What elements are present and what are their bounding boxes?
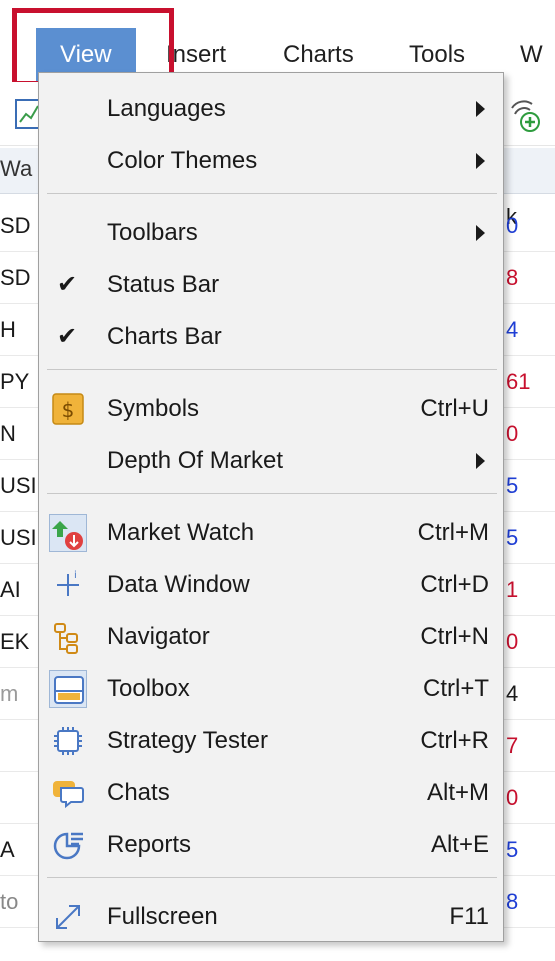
menu-item-shortcut: Ctrl+M: [417, 519, 489, 546]
menu-item-color-themes[interactable]: Color Themes: [39, 135, 503, 187]
menu-separator: [47, 369, 497, 370]
menu-item-shortcut: Ctrl+U: [420, 395, 489, 422]
svg-text:i: i: [74, 570, 77, 581]
fullscreen-icon: [49, 898, 87, 936]
watch-symbol-fragment: [0, 772, 40, 824]
submenu-arrow-icon: [476, 225, 485, 241]
menu-separator: [47, 493, 497, 494]
watch-value-fragment: 7: [498, 720, 555, 772]
reports-icon: [49, 826, 87, 864]
menu-item-label: Status Bar: [107, 271, 220, 298]
watch-symbol-fragment: PY: [0, 356, 40, 408]
svg-text:$: $: [62, 398, 75, 422]
watch-value-fragment: 8: [498, 876, 555, 928]
view-menu-dropdown: $ i: [38, 72, 504, 942]
watch-symbol-fragment: [0, 720, 40, 772]
menu-item-symbols[interactable]: $ Symbols Ctrl+U: [39, 383, 503, 435]
crosshair-icon: i: [49, 566, 87, 604]
menu-item-label: Chats: [107, 779, 170, 806]
watch-symbol-fragment: USI: [0, 512, 40, 564]
menu-item-toolbox[interactable]: Toolbox Ctrl+T: [39, 663, 503, 715]
menu-item-label: Color Themes: [107, 147, 258, 174]
watch-symbol-fragment: to: [0, 876, 40, 928]
chip-icon: [49, 722, 87, 760]
menu-item-shortcut: Ctrl+D: [420, 571, 489, 598]
menu-item-shortcut: Ctrl+R: [420, 727, 489, 754]
symbol-column: SD SD H PY N USI USI AI EK m Ato: [0, 200, 40, 928]
menu-item-languages[interactable]: Languages: [39, 83, 503, 135]
watch-value-fragment: 5: [498, 460, 555, 512]
menu-item-label: Languages: [107, 95, 226, 122]
submenu-arrow-icon: [476, 153, 485, 169]
menu-item-chats[interactable]: Chats Alt+M: [39, 767, 503, 819]
signal-add-icon[interactable]: [506, 94, 546, 134]
watch-symbol-fragment: AI: [0, 564, 40, 616]
watch-value-fragment: 5: [498, 824, 555, 876]
watch-value-fragment: 4: [498, 668, 555, 720]
watch-value-fragment: 5: [498, 512, 555, 564]
market-watch-icon: [49, 514, 87, 552]
toolbox-icon: [49, 670, 87, 708]
watch-value-fragment: 0: [498, 200, 555, 252]
menu-item-label: Symbols: [107, 395, 200, 422]
watch-value-fragment: 0: [498, 616, 555, 668]
menu-item-shortcut: F11: [449, 903, 489, 930]
menu-separator: [47, 877, 497, 878]
checkmark-icon: ✔: [57, 323, 78, 350]
watch-value-fragment: 0: [498, 408, 555, 460]
menu-item-label: Reports: [107, 831, 192, 858]
menu-item-label: Depth Of Market: [107, 447, 284, 474]
navigator-tree-icon: [49, 618, 87, 656]
menu-item-label: Navigator: [107, 623, 210, 650]
watch-symbol-fragment: SD: [0, 252, 40, 304]
watch-symbol-fragment: SD: [0, 200, 40, 252]
watch-value-fragment: 0: [498, 772, 555, 824]
menu-item-label: Toolbars: [107, 219, 198, 246]
menu-item-label: Toolbox: [107, 675, 190, 702]
menu-item-reports[interactable]: Reports Alt+E: [39, 819, 503, 871]
menu-item-label: Strategy Tester: [107, 727, 268, 754]
menu-item-fullscreen[interactable]: Fullscreen F11: [39, 891, 503, 943]
menu-item-shortcut: Alt+M: [426, 779, 489, 806]
menu-item-label: Data Window: [107, 571, 250, 598]
menu-item-label: Fullscreen: [107, 903, 218, 930]
menu-item-toolbars[interactable]: Toolbars: [39, 207, 503, 259]
menu-item-status-bar[interactable]: ✔ Status Bar: [39, 259, 503, 311]
menu-item-shortcut: Alt+E: [430, 831, 489, 858]
watch-symbol-fragment: N: [0, 408, 40, 460]
menu-item-market-watch[interactable]: Market Watch Ctrl+M: [39, 507, 503, 559]
menu-item-strategy-tester[interactable]: Strategy Tester Ctrl+R: [39, 715, 503, 767]
menu-item-shortcut: Ctrl+N: [420, 623, 489, 650]
watch-symbol-fragment: EK: [0, 616, 40, 668]
market-watch-header-label: Wa: [0, 156, 33, 181]
chat-bubbles-icon: [49, 774, 87, 812]
watch-symbol-fragment: A: [0, 824, 40, 876]
watch-symbol-fragment: H: [0, 304, 40, 356]
watch-value-fragment: 8: [498, 252, 555, 304]
menu-item-label: Market Watch: [107, 519, 255, 546]
watch-symbol-fragment: m: [0, 668, 40, 720]
submenu-arrow-icon: [476, 101, 485, 117]
menu-item-depth-of-market[interactable]: Depth Of Market: [39, 435, 503, 487]
menu-item-navigator[interactable]: Navigator Ctrl+N: [39, 611, 503, 663]
value-column: 0 8 4 61 0 5 5 1 0 4 7 0 5 8: [498, 200, 555, 928]
checkmark-icon: ✔: [57, 271, 78, 298]
menu-item-charts-bar[interactable]: ✔ Charts Bar: [39, 311, 503, 363]
menu-item-data-window[interactable]: i Data Window Ctrl+D: [39, 559, 503, 611]
watch-value-fragment: 4: [498, 304, 555, 356]
menu-item-label: Charts Bar: [107, 323, 222, 350]
watch-value-fragment: 1: [498, 564, 555, 616]
menu-separator: [47, 193, 497, 194]
submenu-arrow-icon: [476, 453, 485, 469]
dollar-icon: $: [49, 390, 87, 428]
watch-value-fragment: 61: [498, 356, 555, 408]
watch-symbol-fragment: USI: [0, 460, 40, 512]
menu-window[interactable]: W: [520, 28, 543, 82]
menu-item-shortcut: Ctrl+T: [423, 675, 489, 702]
